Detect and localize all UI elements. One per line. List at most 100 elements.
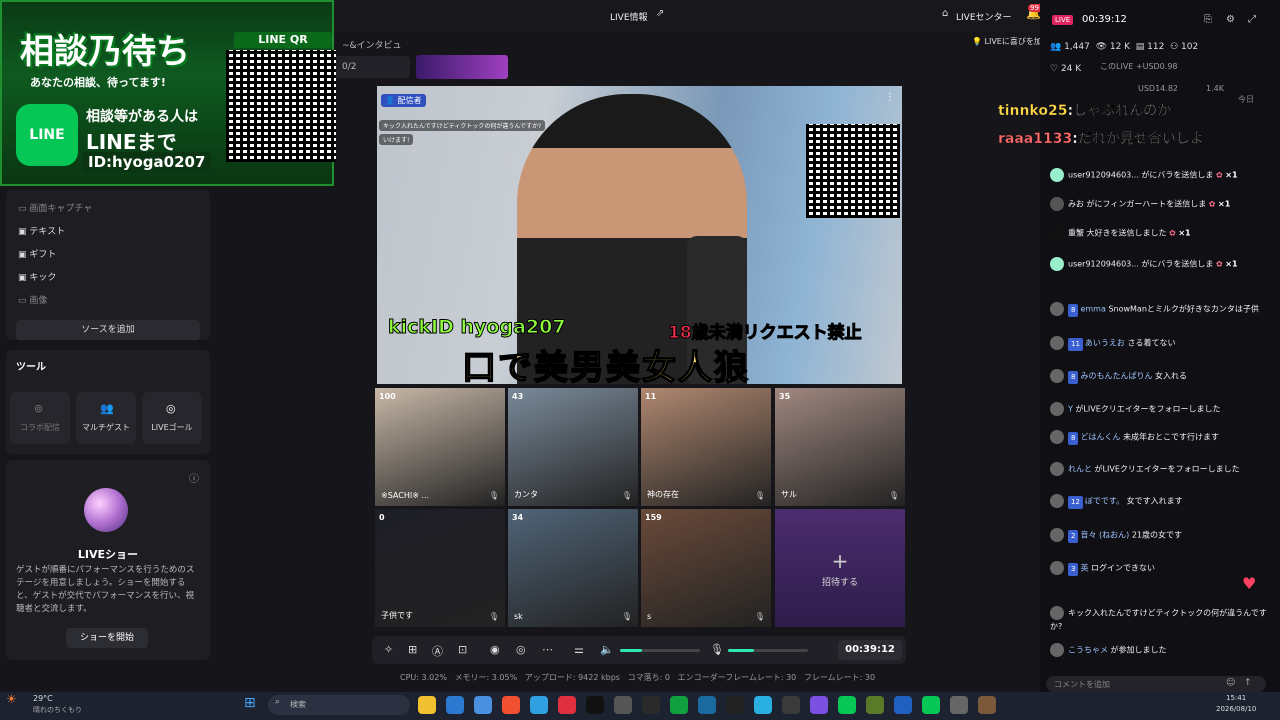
- taskbar-app-icon[interactable]: [586, 696, 604, 714]
- record-icon[interactable]: ◉: [490, 643, 500, 656]
- live-goal-button[interactable]: LIVEゴール: [142, 392, 202, 444]
- mic-icon[interactable]: 🎙: [710, 643, 724, 656]
- avatar[interactable]: [1050, 528, 1064, 542]
- avatar[interactable]: [1050, 643, 1064, 657]
- comment-user[interactable]: Y: [1068, 405, 1073, 414]
- speaker-icon[interactable]: 🔈: [600, 643, 614, 656]
- start-show-button[interactable]: ショーを開始: [66, 628, 148, 648]
- popout-icon[interactable]: ⤢: [1248, 14, 1256, 25]
- gear-icon[interactable]: ⚙: [1226, 14, 1235, 25]
- taskbar-app-icon[interactable]: [922, 696, 940, 714]
- add-source-button[interactable]: ソースを追加: [16, 320, 200, 340]
- effects-icon[interactable]: ◎: [516, 643, 526, 656]
- guest-mic-icon[interactable]: 🎙: [889, 491, 899, 500]
- windows-start-icon[interactable]: ⊞: [244, 695, 256, 711]
- taskbar-app-icon[interactable]: [894, 696, 912, 714]
- avatar[interactable]: [1050, 561, 1064, 575]
- avatar[interactable]: [1050, 462, 1064, 476]
- mic-slider[interactable]: [728, 649, 808, 652]
- avatar[interactable]: [1050, 494, 1064, 508]
- taskbar-app-icon[interactable]: [754, 696, 772, 714]
- comment-user[interactable]: あいうえお: [1085, 339, 1125, 348]
- guest-tile[interactable]: 35 サル 🎙: [775, 388, 905, 506]
- avatar[interactable]: [1050, 402, 1064, 416]
- taskbar-app-icon[interactable]: [474, 696, 492, 714]
- guest-mic-icon[interactable]: 🎙: [622, 491, 632, 500]
- source-gift[interactable]: ▣ ギフト: [18, 247, 56, 260]
- invite-tile[interactable]: + 招待する: [775, 509, 905, 627]
- music-banner[interactable]: [416, 55, 508, 79]
- multi-guest-button[interactable]: マルチゲスト: [76, 392, 136, 444]
- collab-button[interactable]: コラボ配信: [10, 392, 70, 444]
- guest-tile[interactable]: 34 sk 🎙: [508, 509, 638, 627]
- avatar[interactable]: [1050, 197, 1064, 211]
- guest-tile[interactable]: 0 子供です 🎙: [375, 509, 505, 627]
- source-text[interactable]: ▣ テキスト: [18, 224, 65, 237]
- live-info-tab[interactable]: LIVE情報: [610, 10, 648, 23]
- avatar[interactable]: [1050, 369, 1064, 383]
- gift-user[interactable]: 重蟹: [1068, 229, 1084, 238]
- guest-mic-icon[interactable]: 🎙: [489, 491, 499, 500]
- avatar[interactable]: [1050, 606, 1064, 620]
- taskbar-app-icon[interactable]: [978, 696, 996, 714]
- send-icon[interactable]: ↑: [1244, 678, 1252, 688]
- share-icon[interactable]: ⇗: [656, 8, 664, 19]
- copy-icon[interactable]: ⎘: [1204, 14, 1212, 25]
- avatar[interactable]: [1050, 257, 1064, 271]
- comment-user[interactable]: れんと: [1068, 465, 1092, 474]
- guest-mic-icon[interactable]: 🎙: [755, 491, 765, 500]
- taskbar-search[interactable]: 検索: [268, 695, 410, 715]
- magic-icon[interactable]: ✧: [384, 643, 393, 656]
- gift-user[interactable]: user912094603...: [1068, 260, 1139, 269]
- avatar[interactable]: [1050, 336, 1064, 350]
- taskbar-app-icon[interactable]: [726, 696, 744, 714]
- live-center-link[interactable]: LIVEセンター: [956, 10, 1012, 23]
- taskbar-app-icon[interactable]: [418, 696, 436, 714]
- comment-user[interactable]: 英: [1080, 564, 1088, 573]
- more-icon[interactable]: ⋮: [885, 92, 895, 103]
- avatar[interactable]: [1050, 226, 1064, 240]
- taskbar-app-icon[interactable]: [558, 696, 576, 714]
- taskbar-app-icon[interactable]: [530, 696, 548, 714]
- counter-tab[interactable]: 0/2: [334, 56, 410, 78]
- ai-icon[interactable]: Ⓐ: [432, 643, 443, 659]
- avatar[interactable]: [1050, 302, 1064, 316]
- taskbar-app-icon[interactable]: [642, 696, 660, 714]
- guest-mic-icon[interactable]: 🎙: [755, 612, 765, 621]
- guest-tile[interactable]: 159 s 🎙: [641, 509, 771, 627]
- guest-tile[interactable]: 11 神の存在 🎙: [641, 388, 771, 506]
- source-kick[interactable]: ▣ キック: [18, 270, 56, 283]
- gift-user[interactable]: みお: [1068, 200, 1084, 209]
- taskbar-app-icon[interactable]: [502, 696, 520, 714]
- screen-icon[interactable]: ⊡: [458, 643, 467, 656]
- volume-slider[interactable]: [620, 649, 700, 652]
- comment-user[interactable]: どはんくん: [1080, 433, 1120, 442]
- taskbar-app-icon[interactable]: [950, 696, 968, 714]
- taskbar-app-icon[interactable]: [614, 696, 632, 714]
- comment-user[interactable]: こうちゃメ: [1068, 646, 1108, 655]
- taskbar-app-icon[interactable]: [866, 696, 884, 714]
- gift-user[interactable]: user912094603...: [1068, 171, 1139, 180]
- guest-mic-icon[interactable]: 🎙: [489, 612, 499, 621]
- guest-tile[interactable]: 100 ※SACHI※ ... 🎙: [375, 388, 505, 506]
- sliders-icon[interactable]: ⚌: [574, 643, 584, 656]
- source-image[interactable]: ▭ 画像: [18, 293, 47, 306]
- help-icon[interactable]: ⓘ: [189, 470, 199, 485]
- avatar[interactable]: [1050, 168, 1064, 182]
- emoji-icon[interactable]: ☺: [1226, 678, 1235, 688]
- more-options-icon[interactable]: ⋯: [542, 643, 553, 656]
- guest-mic-icon[interactable]: 🎙: [622, 612, 632, 621]
- taskbar-app-icon[interactable]: [810, 696, 828, 714]
- taskbar-app-icon[interactable]: [838, 696, 856, 714]
- comment-user[interactable]: 音々 (ねおん): [1080, 531, 1129, 540]
- comment-user[interactable]: ぼでです。: [1085, 497, 1124, 506]
- source-screen-capture[interactable]: ▭ 画面キャプチャ: [18, 201, 92, 214]
- layout-icon[interactable]: ⊞: [408, 643, 417, 656]
- taskbar-app-icon[interactable]: [670, 696, 688, 714]
- avatar[interactable]: [1050, 430, 1064, 444]
- taskbar-app-icon[interactable]: [446, 696, 464, 714]
- comment-user[interactable]: emma: [1080, 305, 1105, 314]
- taskbar-app-icon[interactable]: [698, 696, 716, 714]
- interview-tab[interactable]: ~&インタビュー: [334, 32, 410, 64]
- guest-tile[interactable]: 43 カンタ 🎙: [508, 388, 638, 506]
